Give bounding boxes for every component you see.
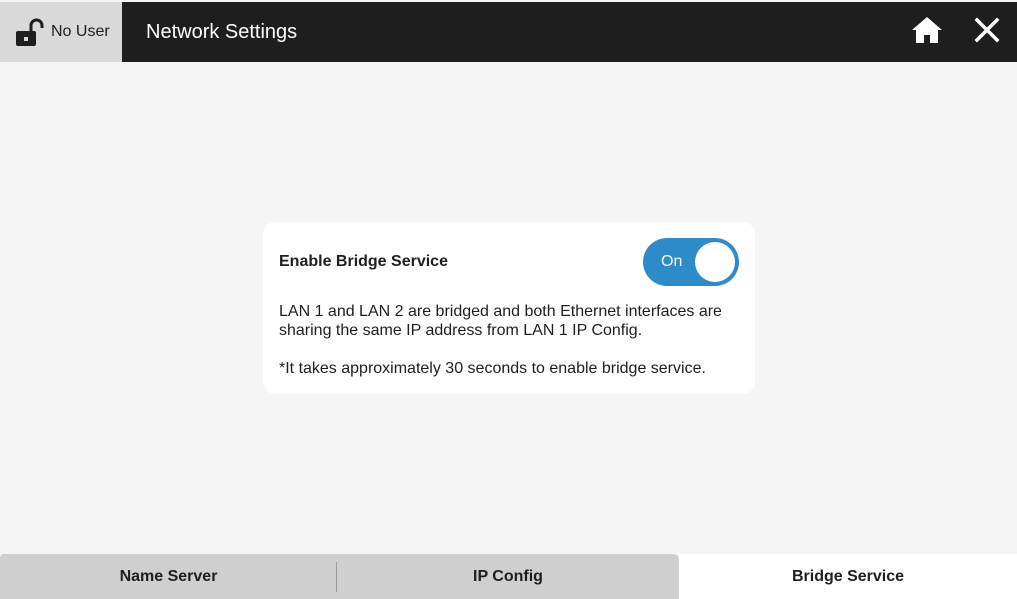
user-login-button[interactable]: No User	[0, 2, 122, 62]
close-icon	[974, 17, 1000, 48]
user-label: No User	[51, 23, 110, 40]
bridge-toggle-label: Enable Bridge Service	[279, 253, 448, 270]
unlocked-padlock-icon	[14, 17, 44, 47]
home-icon	[911, 15, 943, 50]
top-bar: No User Network Settings	[0, 2, 1017, 62]
bridge-description: LAN 1 and LAN 2 are bridged and both Eth…	[279, 303, 722, 339]
toggle-knob	[695, 242, 735, 282]
bridge-note: *It takes approximately 30 seconds to en…	[279, 360, 706, 377]
tab-name-server[interactable]: Name Server	[0, 554, 337, 599]
bridge-service-toggle[interactable]: On	[643, 238, 739, 286]
toggle-state-text: On	[661, 253, 683, 270]
bottom-tab-bar: Name Server IP Config Bridge Service	[0, 554, 1017, 599]
home-button[interactable]	[897, 2, 957, 62]
bridge-toggle-row: Enable Bridge Service On	[279, 238, 739, 286]
bridge-service-card: Enable Bridge Service On LAN 1 and LAN 2…	[263, 222, 755, 394]
tab-bridge-service[interactable]: Bridge Service	[679, 554, 1017, 599]
tab-label: Bridge Service	[791, 567, 905, 585]
close-button[interactable]	[957, 2, 1017, 62]
page-title: Network Settings	[146, 20, 298, 43]
tab-ip-config[interactable]: IP Config	[337, 554, 679, 599]
tab-label: IP Config	[473, 567, 543, 585]
tab-label: Name Server	[119, 567, 218, 585]
